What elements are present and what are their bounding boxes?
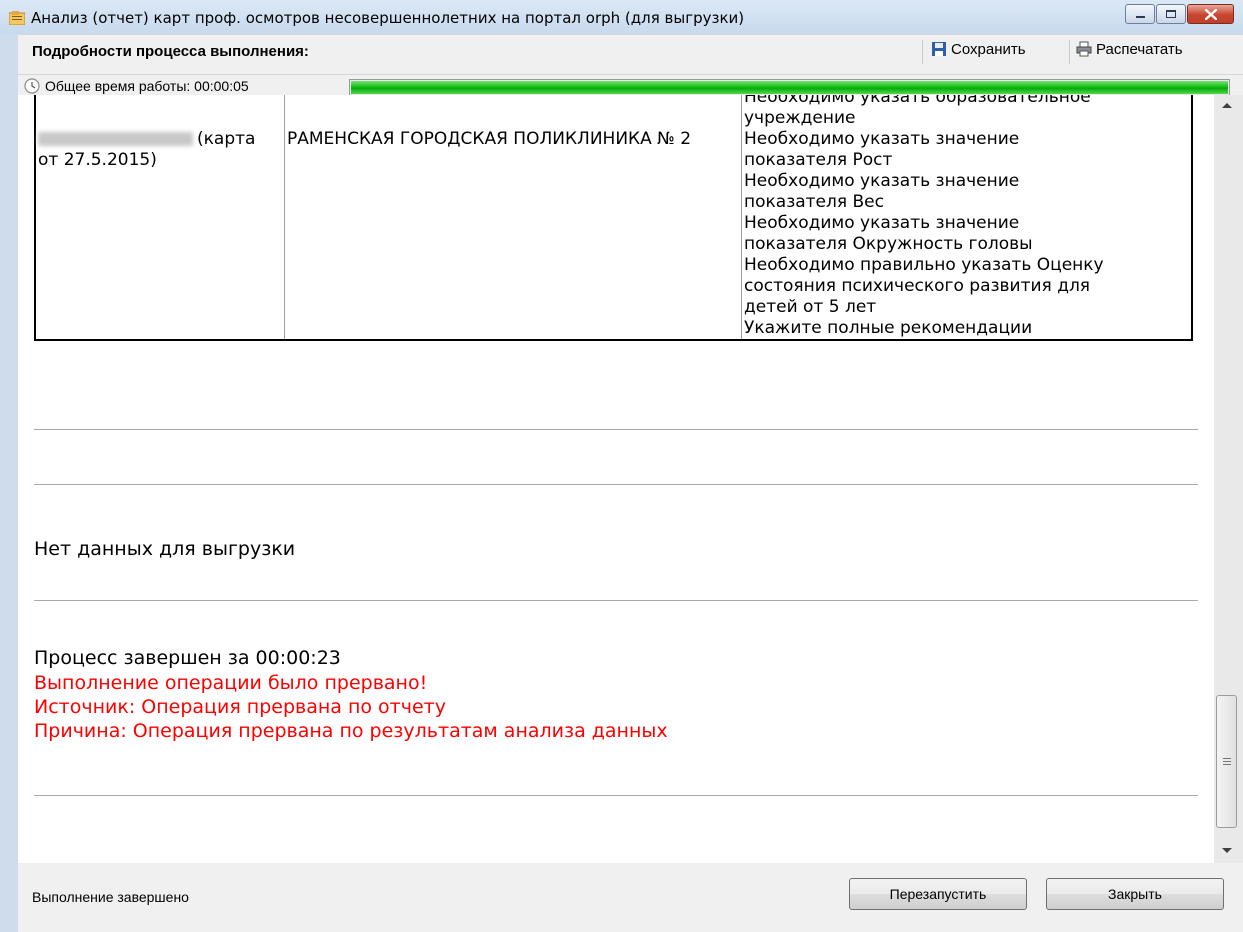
redacted-name [38, 132, 193, 146]
minimize-button[interactable] [1125, 4, 1155, 24]
error-line: учреждение [744, 108, 856, 128]
process-done-message: Процесс завершен за 00:00:23 [34, 647, 341, 669]
patient-date: от 27.5.2015) [38, 150, 157, 170]
scroll-thumb[interactable] [1216, 695, 1237, 828]
scroll-up-icon[interactable] [1222, 103, 1232, 108]
organization-name: РАМЕНСКАЯ ГОРОДСКАЯ ПОЛИКЛИНИКА № 2 [287, 129, 692, 149]
vertical-scrollbar[interactable] [1214, 95, 1243, 863]
errors-cell: Необходимо указать образовательное учреж… [741, 95, 1193, 341]
patient-card: (карта [197, 129, 256, 149]
toolbar-separator [1069, 40, 1070, 64]
error-line: Необходимо указать значение [744, 213, 1020, 233]
error-line: Необходимо указать значение [744, 171, 1020, 191]
save-button[interactable]: Сохранить [931, 41, 1026, 63]
no-data-message: Нет данных для выгрузки [34, 538, 296, 560]
error-line: показателя Вес [744, 192, 884, 212]
grip-line [1223, 761, 1231, 762]
divider [34, 429, 1198, 430]
table-row: (карта от 27.5.2015) РАМЕНСКАЯ ГОРОДСКАЯ… [34, 95, 1193, 341]
error-line: Необходимо указать значение [744, 129, 1020, 149]
divider [34, 600, 1198, 601]
print-button[interactable]: Распечатать [1076, 41, 1183, 63]
restart-button[interactable]: Перезапустить [849, 878, 1027, 910]
elapsed-time: Общее время работы: 00:00:05 [45, 78, 249, 94]
report-view: (карта от 27.5.2015) РАМЕНСКАЯ ГОРОДСКАЯ… [18, 95, 1214, 863]
details-heading: Подробности процесса выполнения: [32, 43, 309, 60]
reason-message: Причина: Операция прервана по результата… [34, 720, 668, 742]
clock-icon [24, 78, 40, 94]
dialog-window: Анализ (отчет) карт проф. осмотров несов… [0, 0, 1243, 932]
error-table: (карта от 27.5.2015) РАМЕНСКАЯ ГОРОДСКАЯ… [34, 95, 1193, 341]
print-label: Распечатать [1096, 41, 1183, 58]
patient-cell: (карта от 27.5.2015) [34, 95, 285, 341]
scroll-down-icon[interactable] [1222, 848, 1232, 853]
error-line: показателя Рост [744, 150, 893, 170]
app-icon [9, 11, 25, 25]
maximize-button[interactable] [1156, 4, 1186, 24]
organization-cell: РАМЕНСКАЯ ГОРОДСКАЯ ПОЛИКЛИНИКА № 2 [284, 95, 742, 341]
source-message: Источник: Операция прервана по отчету [34, 696, 446, 718]
close-icon [1205, 9, 1217, 20]
minimize-icon [1136, 16, 1145, 18]
progress-bar [349, 79, 1230, 96]
error-line: Необходимо указать образовательное [744, 95, 1091, 107]
grip-line [1223, 758, 1231, 759]
interrupted-message: Выполнение операции было прервано! [34, 672, 428, 694]
toolbar-separator [922, 40, 923, 64]
status-text: Выполнение завершено [32, 889, 189, 905]
grip-line [1223, 764, 1231, 765]
save-label: Сохранить [951, 41, 1026, 58]
toolbar: Подробности процесса выполнения: Сохрани… [18, 34, 1243, 96]
window-close-button[interactable] [1187, 4, 1234, 24]
maximize-icon [1166, 10, 1176, 18]
close-button[interactable]: Закрыть [1046, 878, 1224, 910]
save-icon [932, 42, 946, 56]
error-line: Необходимо правильно указать Оценку [744, 255, 1104, 275]
error-line: показателя Окружность головы [744, 234, 1033, 254]
error-line: детей от 5 лет [744, 297, 877, 317]
divider [34, 795, 1198, 796]
title-bar[interactable]: Анализ (отчет) карт проф. осмотров несов… [0, 0, 1243, 34]
window-title: Анализ (отчет) карт проф. осмотров несов… [31, 9, 745, 27]
progress-row: Общее время работы: 00:00:05 [18, 74, 1243, 97]
status-bar: Выполнение завершено Перезапустить Закры… [18, 863, 1243, 932]
progress-fill [351, 81, 1228, 94]
report-panel[interactable]: (карта от 27.5.2015) РАМЕНСКАЯ ГОРОДСКАЯ… [18, 95, 1243, 863]
divider [34, 484, 1198, 485]
error-line: Укажите полные рекомендации [744, 318, 1033, 338]
error-line: состояния психического развития для [744, 276, 1091, 296]
printer-icon [1076, 41, 1092, 57]
